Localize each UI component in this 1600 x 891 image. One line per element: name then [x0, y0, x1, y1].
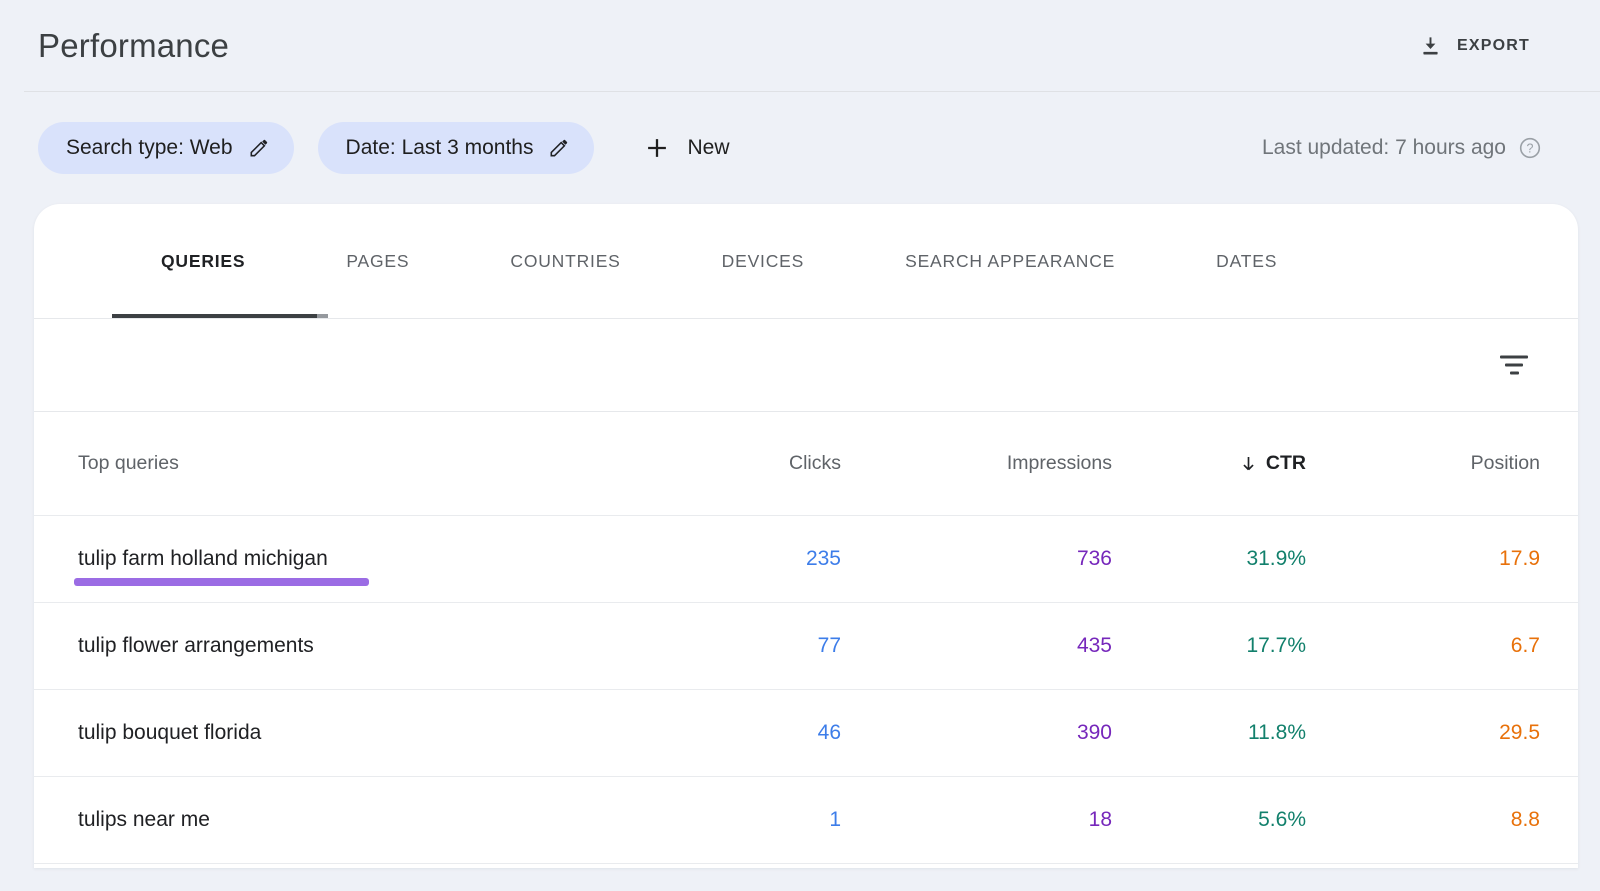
table-row[interactable]: tulip flower arrangements 77 435 17.7% 6…: [34, 603, 1578, 690]
impressions-value: 435: [841, 634, 1112, 658]
query-cell: tulip flower arrangements: [34, 634, 578, 658]
column-header-position[interactable]: Position: [1306, 452, 1540, 475]
sort-descending-icon: [1238, 453, 1259, 474]
last-updated-text: Last updated: 7 hours ago: [1262, 136, 1506, 160]
clicks-value: 77: [578, 634, 841, 658]
ctr-value: 31.9%: [1112, 547, 1306, 571]
impressions-value: 736: [841, 547, 1112, 571]
new-filter-button[interactable]: New: [644, 135, 729, 161]
impressions-value: 390: [841, 721, 1112, 745]
ctr-value: 5.6%: [1112, 808, 1306, 832]
column-header-top-queries[interactable]: Top queries: [34, 452, 578, 475]
column-header-ctr[interactable]: CTR: [1112, 452, 1306, 475]
table-toolbar: [34, 319, 1578, 412]
report-card: QUERIES PAGES COUNTRIES DEVICES SEARCH A…: [34, 204, 1578, 868]
query-text: tulip farm holland michigan: [78, 547, 328, 570]
last-updated: Last updated: 7 hours ago ?: [1262, 136, 1542, 160]
query-text: tulips near me: [78, 808, 210, 831]
page-header: Performance EXPORT: [0, 0, 1600, 91]
filter-list-icon[interactable]: [1494, 350, 1534, 381]
download-icon: [1419, 34, 1442, 57]
tab-countries[interactable]: COUNTRIES: [510, 251, 620, 272]
table-row[interactable]: tulip farm holland michigan 235 736 31.9…: [34, 516, 1578, 603]
ctr-value: 11.8%: [1112, 721, 1306, 745]
tab-search-appearance[interactable]: SEARCH APPEARANCE: [905, 251, 1115, 272]
dimension-tab-bar: QUERIES PAGES COUNTRIES DEVICES SEARCH A…: [34, 204, 1578, 319]
export-button[interactable]: EXPORT: [1419, 34, 1530, 57]
tab-devices[interactable]: DEVICES: [722, 251, 804, 272]
position-value: 6.7: [1306, 634, 1540, 658]
column-header-impressions[interactable]: Impressions: [841, 452, 1112, 475]
position-value: 29.5: [1306, 721, 1540, 745]
query-text: tulip bouquet florida: [78, 721, 261, 744]
clicks-value: 235: [578, 547, 841, 571]
export-label: EXPORT: [1457, 37, 1530, 55]
ctr-value: 17.7%: [1112, 634, 1306, 658]
clicks-value: 46: [578, 721, 841, 745]
help-icon[interactable]: ?: [1518, 136, 1542, 160]
date-range-chip[interactable]: Date: Last 3 months: [318, 122, 595, 174]
search-type-chip-label: Search type: Web: [66, 136, 233, 160]
date-range-chip-label: Date: Last 3 months: [346, 136, 534, 160]
new-filter-label: New: [687, 136, 729, 160]
page-title: Performance: [38, 27, 229, 65]
query-cell: tulips near me: [34, 808, 578, 832]
plus-icon: [644, 135, 670, 161]
search-type-chip[interactable]: Search type: Web: [38, 122, 294, 174]
edit-pencil-icon: [548, 137, 570, 159]
active-tab-indicator: [112, 314, 328, 318]
tab-queries[interactable]: QUERIES: [161, 251, 245, 272]
highlight-underline: [74, 578, 369, 586]
table-header-row: Top queries Clicks Impressions CTR Posit…: [34, 412, 1578, 516]
edit-pencil-icon: [248, 137, 270, 159]
position-value: 8.8: [1306, 808, 1540, 832]
table-row[interactable]: tulip bouquet florida 46 390 11.8% 29.5: [34, 690, 1578, 777]
ctr-header-label: CTR: [1266, 452, 1306, 475]
query-cell: tulip bouquet florida: [34, 721, 578, 745]
query-cell: tulip farm holland michigan: [34, 547, 578, 571]
clicks-value: 1: [578, 808, 841, 832]
column-header-clicks[interactable]: Clicks: [578, 452, 841, 475]
svg-text:?: ?: [1527, 141, 1534, 155]
position-value: 17.9: [1306, 547, 1540, 571]
query-text: tulip flower arrangements: [78, 634, 314, 657]
impressions-value: 18: [841, 808, 1112, 832]
tab-dates[interactable]: DATES: [1216, 251, 1277, 272]
filter-bar: Search type: Web Date: Last 3 months New…: [0, 92, 1600, 204]
table-row[interactable]: tulips near me 1 18 5.6% 8.8: [34, 777, 1578, 864]
tab-pages[interactable]: PAGES: [346, 251, 409, 272]
